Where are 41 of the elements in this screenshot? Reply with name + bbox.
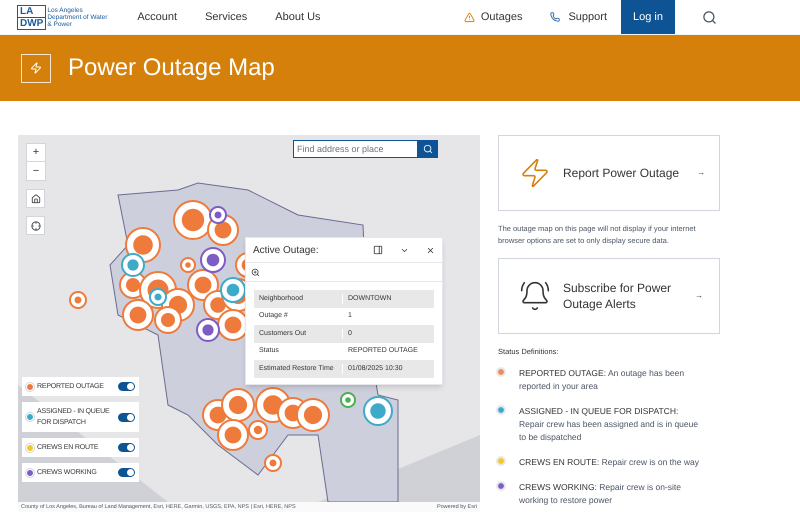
login-button[interactable]: Log in bbox=[621, 0, 675, 34]
popup-title: Active Outage: bbox=[253, 244, 319, 258]
search-icon bbox=[423, 144, 433, 154]
dock-icon[interactable] bbox=[373, 245, 383, 255]
close-icon[interactable] bbox=[426, 246, 435, 254]
zoom-in-button[interactable]: + bbox=[27, 144, 45, 162]
report-outage-card[interactable]: Report Power Outage → bbox=[498, 135, 720, 211]
home-button[interactable] bbox=[26, 189, 45, 208]
search-icon[interactable] bbox=[702, 10, 717, 24]
crosshair-icon bbox=[30, 220, 40, 230]
locate-button[interactable] bbox=[26, 216, 45, 235]
zoom-to-icon[interactable] bbox=[251, 268, 260, 276]
layer-toggle[interactable] bbox=[118, 468, 135, 477]
card-title: Subscribe for Power Outage Alerts bbox=[563, 280, 672, 312]
search-button[interactable] bbox=[418, 140, 438, 158]
warning-icon bbox=[464, 12, 475, 22]
outages-link[interactable]: Outages bbox=[480, 8, 522, 26]
arrow-text: → bbox=[695, 290, 703, 302]
subscribe-card[interactable]: Subscribe for Power Outage Alerts → bbox=[498, 258, 720, 334]
nav-link[interactable]: About Us bbox=[275, 8, 321, 26]
logo-text: LA bbox=[18, 6, 46, 18]
nav-link[interactable]: Services bbox=[205, 8, 248, 26]
map-bolt-icon bbox=[21, 54, 51, 82]
nav-link[interactable]: Account bbox=[137, 8, 178, 26]
logo-text: DWP bbox=[19, 18, 44, 28]
home-icon bbox=[30, 194, 40, 204]
status-definition: REPORTED OUTAGE: An outage has been reported in your area bbox=[519, 367, 686, 394]
arrow-text: → bbox=[697, 167, 706, 179]
page-title: Power Outage Map bbox=[68, 53, 275, 83]
status-definition: CREWS WORKING: Repair crew is on-site working to restore power bbox=[519, 481, 682, 508]
layer-toggle[interactable] bbox=[118, 443, 135, 452]
card-title: Report Power Outage bbox=[563, 165, 680, 182]
phone-icon bbox=[550, 12, 560, 22]
status-definition: ASSIGNED - IN QUEUE FOR DISPATCH: Repair crew has been assigned and is in queue to be dispatched bbox=[519, 405, 699, 444]
status-definition: CREWS EN ROUTE: Repair crew is on the way bbox=[519, 456, 699, 470]
support-link[interactable]: Support bbox=[568, 8, 607, 26]
bell-icon bbox=[519, 280, 551, 312]
zoom-out-button[interactable]: − bbox=[27, 162, 45, 180]
layer-toggle[interactable] bbox=[118, 412, 135, 422]
map-search-field[interactable]: Find address or place bbox=[293, 140, 418, 158]
layer-toggle[interactable] bbox=[118, 382, 135, 391]
